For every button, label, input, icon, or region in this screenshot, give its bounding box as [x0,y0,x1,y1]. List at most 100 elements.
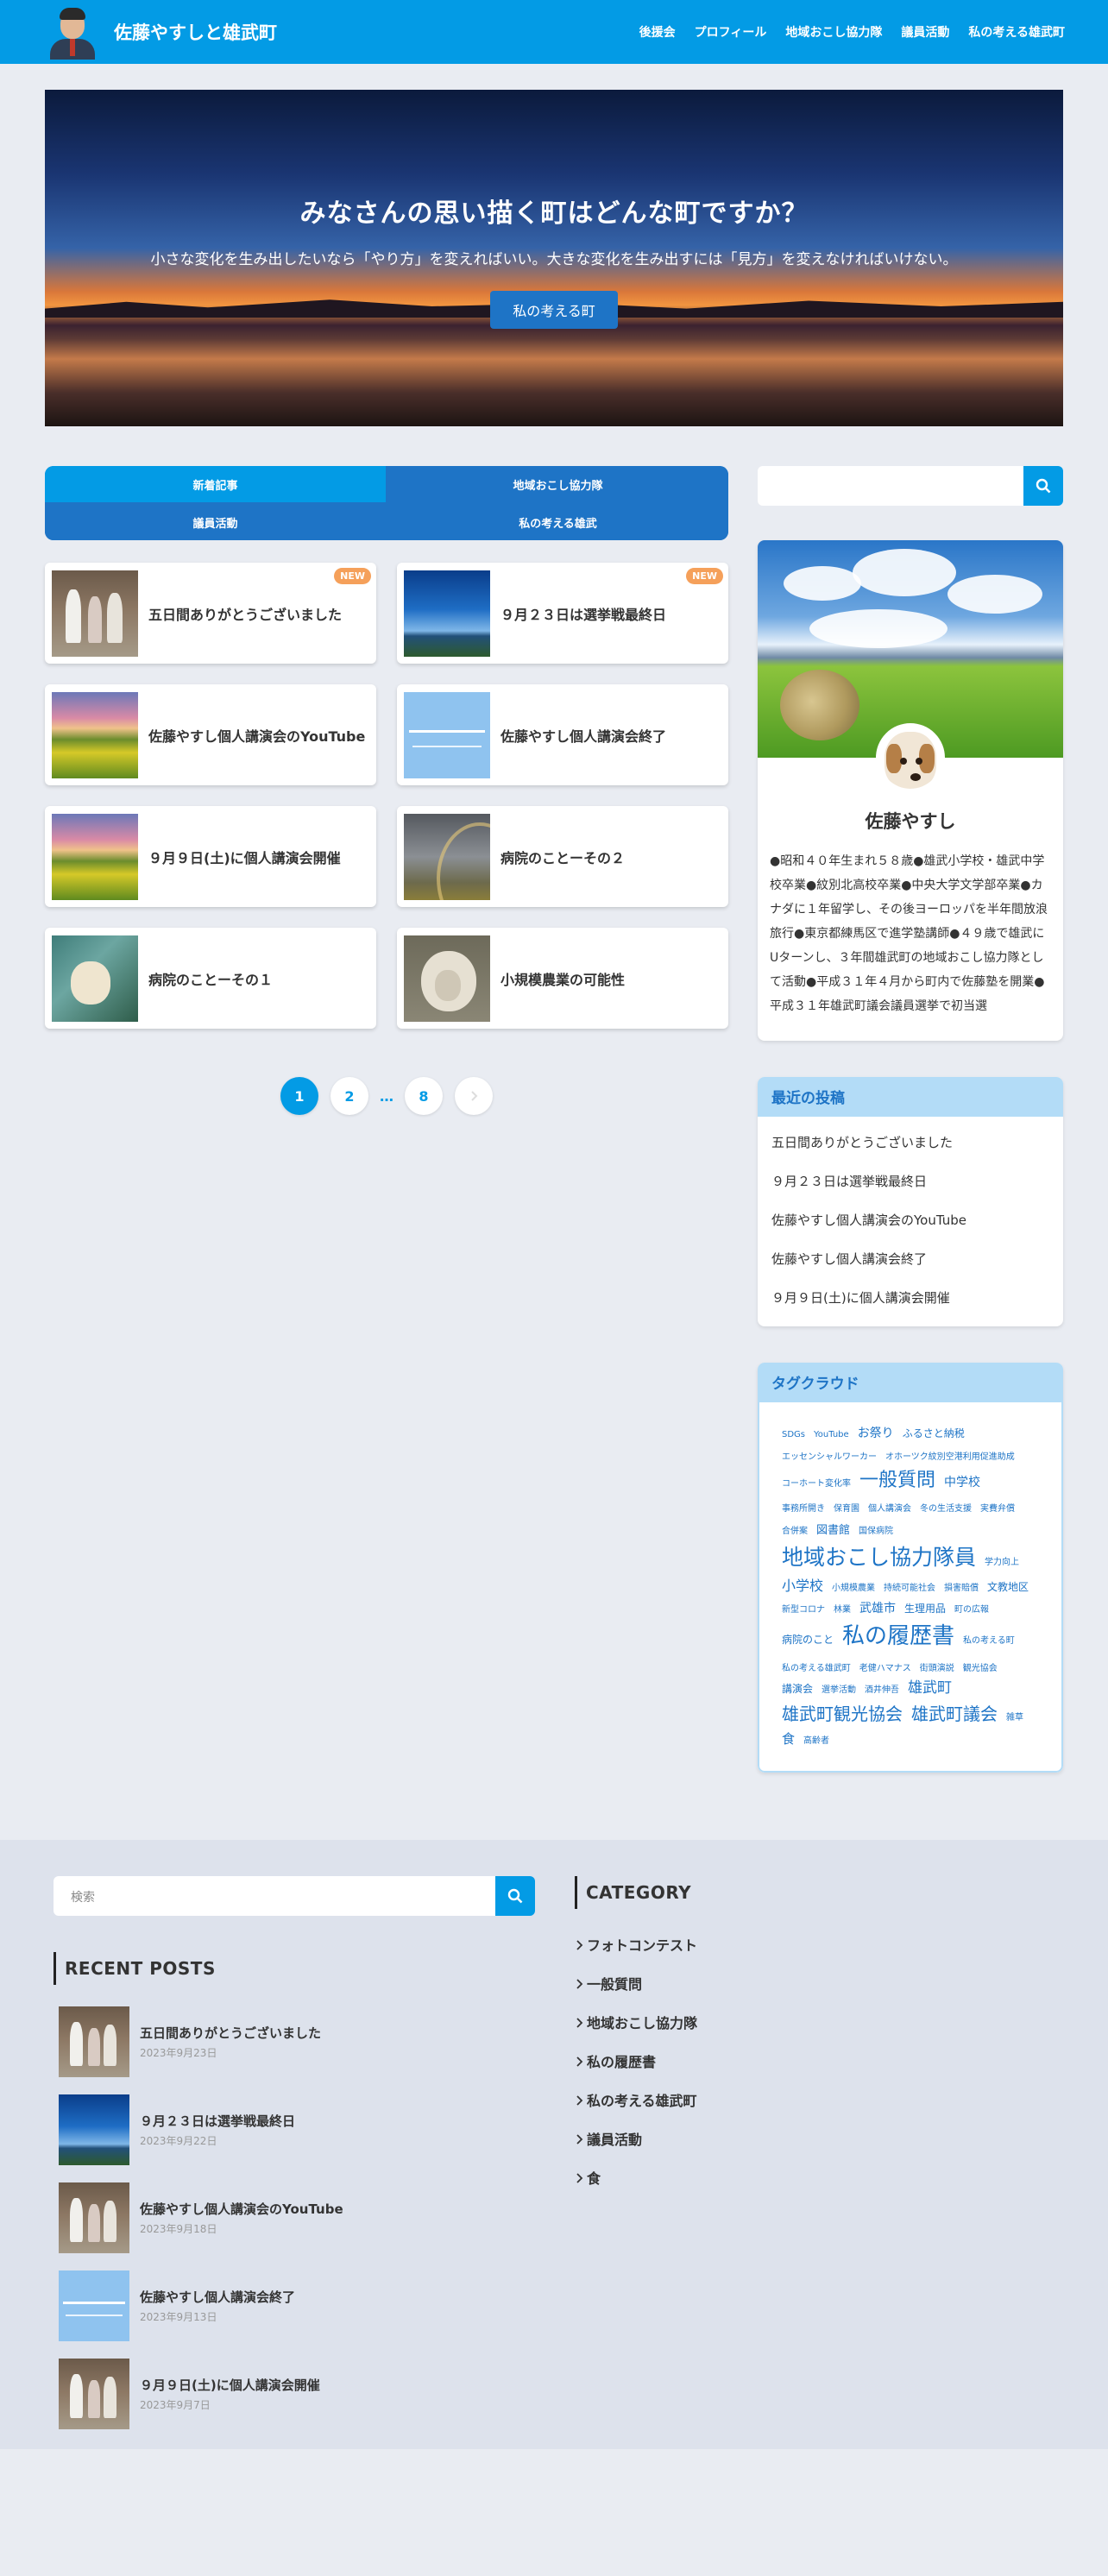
post-title[interactable]: 佐藤やすし個人講演会終了 [140,2288,295,2306]
page-8[interactable]: 8 [405,1077,443,1115]
post-title[interactable]: ９月２３日は選挙戦最終日 [140,2112,295,2130]
footer-recent-post[interactable]: 五日間ありがとうございました 2023年9月23日 [54,2006,535,2078]
post-card[interactable]: ９月９日(土)に個人講演会開催 [45,806,376,907]
post-title[interactable]: ９月９日(土)に個人講演会開催 [140,2376,320,2394]
tag-link[interactable]: 私の履歴書 [842,1619,954,1655]
category-label[interactable]: 議員活動 [587,2132,642,2148]
post-title[interactable]: 五日間ありがとうございました [148,603,342,624]
category-link[interactable]: 議員活動 [575,2120,920,2159]
tag-link[interactable]: 雑草 [1006,1711,1023,1725]
post-thumbnail[interactable] [52,935,138,1022]
nav-my-town-vision[interactable]: 私の考える雄武町 [968,23,1065,41]
post-title[interactable]: 病院のことーその１ [148,968,273,989]
post-thumbnail[interactable] [59,2094,129,2165]
tag-link[interactable]: 講演会 [782,1681,813,1697]
tag-link[interactable]: 個人講演会 [868,1502,911,1516]
post-thumbnail[interactable] [404,935,490,1022]
page-2[interactable]: 2 [331,1077,368,1115]
post-thumbnail[interactable] [404,813,490,900]
nav-council-activities[interactable]: 議員活動 [901,23,949,41]
post-thumbnail[interactable] [59,2006,129,2077]
post-title[interactable]: ９月２３日は選挙戦最終日 [500,603,666,624]
tab-council-activities[interactable]: 議員活動 [45,504,386,540]
tag-link[interactable]: 保育園 [834,1502,859,1516]
tag-link[interactable]: 実費弁償 [980,1502,1015,1516]
post-card[interactable]: 佐藤やすし個人講演会のYouTube [45,684,376,785]
tag-link[interactable]: 小学校 [782,1575,823,1597]
tag-link[interactable]: お祭り [858,1424,894,1443]
tag-link[interactable]: 老健ハマナス [859,1662,911,1676]
post-card[interactable]: 小規模農業の可能性 [397,928,728,1029]
tag-link[interactable]: コーホート変化率 [782,1477,851,1491]
recent-post-link[interactable]: ９月９日(土)に個人講演会開催 [771,1279,1049,1318]
tag-link[interactable]: 地域おこし協力隊員 [782,1540,976,1575]
post-card[interactable]: 病院のことーその１ [45,928,376,1029]
nav-community-cooperation[interactable]: 地域おこし協力隊 [785,23,882,41]
tag-link[interactable]: 国保病院 [859,1525,893,1539]
tag-link[interactable]: 雄武町 [908,1677,952,1700]
tag-link[interactable]: 酒井伸吾 [865,1684,899,1697]
post-title[interactable]: 佐藤やすし個人講演会終了 [500,725,666,746]
tag-link[interactable]: 一般質問 [859,1465,935,1496]
tag-link[interactable]: 街頭演説 [920,1662,954,1676]
category-link[interactable]: 食 [575,2159,920,2198]
tag-link[interactable]: 合併案 [782,1525,808,1539]
nav-profile[interactable]: プロフィール [695,23,767,41]
category-label[interactable]: 一般質問 [587,1976,642,1993]
tag-link[interactable]: 中学校 [944,1473,980,1492]
post-thumbnail[interactable] [404,570,490,657]
tag-link[interactable]: 武雄市 [859,1599,896,1618]
footer-search-button[interactable] [495,1875,535,1916]
category-label[interactable]: 食 [587,2170,601,2187]
site-logo[interactable]: 佐藤やすしと雄武町 [48,4,277,60]
footer-search-input[interactable]: 検索 [54,1875,495,1916]
tag-link[interactable]: 私の考える町 [963,1634,1015,1648]
post-title[interactable]: 病院のことーその２ [500,847,625,867]
tag-link[interactable]: 選挙活動 [822,1684,856,1697]
category-link[interactable]: 私の考える雄武町 [575,2082,920,2120]
post-thumbnail[interactable] [59,2182,129,2253]
category-link[interactable]: 一般質問 [575,1965,920,2004]
tag-link[interactable]: 雄武町議会 [911,1700,998,1728]
tag-link[interactable]: 雄武町観光協会 [782,1700,903,1728]
tag-link[interactable]: エッセンシャルワーカー [782,1451,877,1464]
hero-cta-button[interactable]: 私の考える町 [490,291,618,329]
tag-link[interactable]: 町の広報 [954,1603,989,1617]
tag-link[interactable]: 事務所開き [782,1502,825,1516]
tag-link[interactable]: SDGs [782,1428,805,1442]
tag-link[interactable]: 病院のこと [782,1632,834,1648]
recent-post-link[interactable]: 佐藤やすし個人講演会終了 [771,1240,1049,1279]
post-thumbnail[interactable] [52,691,138,778]
post-thumbnail[interactable] [59,2358,129,2429]
tag-link[interactable]: 私の考える雄武町 [782,1662,851,1676]
tab-new-posts[interactable]: 新着記事 [45,466,386,502]
tag-link[interactable]: 生理用品 [904,1601,946,1617]
footer-recent-post[interactable]: 佐藤やすし個人講演会のYouTube 2023年9月18日 [54,2182,535,2254]
tag-link[interactable]: 食 [782,1729,795,1749]
tag-link[interactable]: ふるさと納税 [903,1426,965,1442]
tag-link[interactable]: 林業 [834,1603,851,1617]
footer-recent-post[interactable]: ９月２３日は選挙戦最終日 2023年9月22日 [54,2094,535,2166]
tag-link[interactable]: 新型コロナ [782,1603,825,1617]
category-link[interactable]: 地域おこし協力隊 [575,2004,920,2043]
tag-link[interactable]: 小規模農業 [832,1582,875,1596]
nav-support-group[interactable]: 後援会 [639,23,676,41]
next-page-button[interactable] [455,1077,493,1115]
category-label[interactable]: 私の考える雄武町 [587,2093,697,2109]
post-card[interactable]: 佐藤やすし個人講演会終了 [397,684,728,785]
tag-link[interactable]: 損害賠償 [944,1582,979,1596]
post-title[interactable]: ９月９日(土)に個人講演会開催 [148,847,341,867]
category-link[interactable]: フォトコンテスト [575,1926,920,1965]
footer-recent-post[interactable]: 佐藤やすし個人講演会終了 2023年9月13日 [54,2270,535,2342]
post-thumbnail[interactable] [59,2270,129,2341]
category-link[interactable]: 私の履歴書 [575,2043,920,2082]
post-title[interactable]: 五日間ありがとうございました [140,2024,321,2042]
tab-my-oumu[interactable]: 私の考える雄武 [387,504,728,540]
tag-link[interactable]: 文教地区 [987,1579,1029,1596]
sidebar-search-button[interactable] [1023,466,1063,506]
recent-post-link[interactable]: 佐藤やすし個人講演会のYouTube [771,1201,1049,1240]
tag-link[interactable]: 持続可能社会 [884,1582,935,1596]
category-label[interactable]: 地域おこし協力隊 [587,2015,697,2031]
post-title[interactable]: 小規模農業の可能性 [500,968,625,989]
tag-link[interactable]: オホーツク紋別空港利用促進助成 [885,1451,1015,1464]
